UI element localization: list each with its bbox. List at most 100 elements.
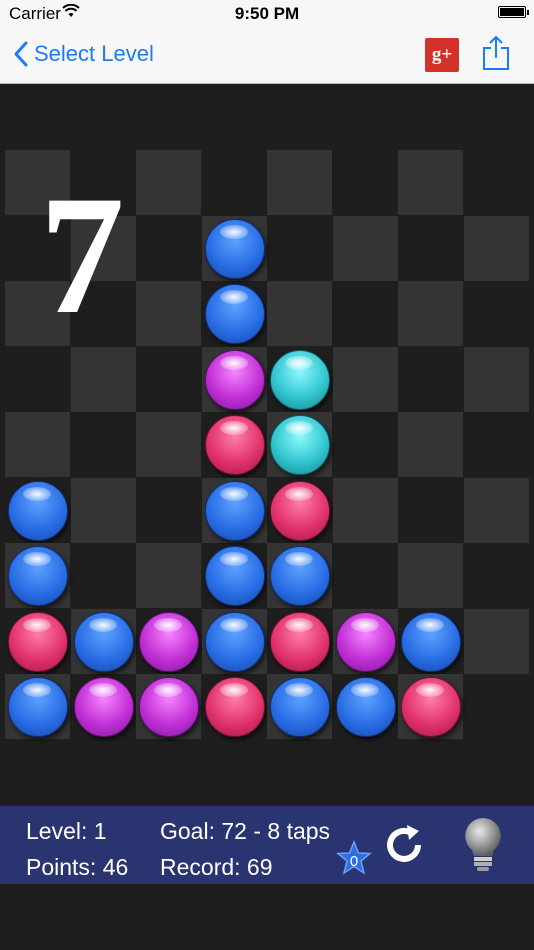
countdown-number: 7: [39, 161, 125, 349]
board-cell[interactable]: [136, 412, 201, 477]
board-cell[interactable]: [5, 347, 70, 412]
bottom-area: [0, 884, 534, 950]
board-cell[interactable]: [71, 412, 136, 477]
board-cell[interactable]: [267, 150, 332, 215]
board-cell[interactable]: [70, 346, 136, 412]
ball-highlight: [285, 486, 313, 501]
board-cell[interactable]: [464, 150, 529, 215]
blue-ball[interactable]: [8, 546, 68, 606]
board-cell[interactable]: [136, 478, 201, 543]
share-button[interactable]: [481, 35, 511, 76]
pink-ball[interactable]: [204, 677, 265, 737]
hint-button[interactable]: [462, 816, 504, 879]
chevron-left-icon: [14, 41, 28, 67]
board-cell[interactable]: [333, 281, 398, 346]
ball-highlight: [88, 683, 117, 697]
ball-highlight: [219, 683, 248, 697]
blue-ball[interactable]: [270, 677, 330, 737]
board-cell[interactable]: [398, 281, 463, 346]
board-cell[interactable]: [398, 347, 463, 412]
goal-label: Goal: 72 - 8 taps: [160, 818, 331, 844]
ball-highlight: [219, 486, 248, 501]
ball-highlight: [350, 683, 379, 697]
board-cell[interactable]: [398, 412, 463, 477]
board-cell[interactable]: [463, 215, 529, 281]
purple-ball[interactable]: [335, 611, 396, 672]
board-cell[interactable]: [136, 150, 201, 215]
board-cell[interactable]: [398, 216, 463, 281]
back-button[interactable]: Select Level: [14, 38, 154, 70]
restart-button[interactable]: [381, 822, 427, 873]
battery-tip: [527, 10, 529, 15]
pink-ball[interactable]: [204, 415, 265, 475]
board-cell[interactable]: [464, 412, 529, 477]
board-cell[interactable]: [332, 346, 398, 412]
board-cell[interactable]: [136, 543, 201, 608]
ball-highlight: [416, 683, 444, 697]
ball-highlight: [219, 421, 248, 435]
board-cell[interactable]: [267, 216, 332, 281]
board-cell[interactable]: [136, 347, 201, 412]
blue-ball[interactable]: [204, 546, 265, 606]
ball-highlight: [23, 486, 51, 501]
ball-highlight: [285, 421, 313, 435]
board-cell[interactable]: [398, 150, 463, 215]
board-cell[interactable]: [267, 281, 332, 346]
ball-highlight: [23, 617, 51, 632]
cyan-ball[interactable]: [270, 415, 330, 475]
ball-highlight: [285, 617, 313, 632]
board-cell[interactable]: [464, 543, 529, 608]
purple-ball[interactable]: [139, 677, 199, 737]
blue-ball[interactable]: [73, 611, 134, 672]
board-cell[interactable]: [463, 477, 529, 543]
board-cell[interactable]: [136, 216, 201, 281]
board-cell[interactable]: [332, 477, 398, 543]
blue-ball[interactable]: [401, 611, 461, 672]
blue-ball[interactable]: [204, 611, 265, 672]
blue-ball[interactable]: [270, 546, 330, 606]
board-cell[interactable]: [332, 215, 398, 281]
blue-ball[interactable]: [204, 218, 265, 279]
pink-ball[interactable]: [270, 611, 330, 672]
board-cell[interactable]: [463, 608, 529, 674]
pink-ball[interactable]: [8, 611, 68, 672]
board-cell[interactable]: [333, 412, 398, 477]
ball-highlight: [154, 617, 182, 632]
board-cell[interactable]: [71, 543, 136, 608]
pink-ball[interactable]: [401, 677, 461, 737]
board-cell[interactable]: [464, 674, 529, 739]
board-cell[interactable]: [202, 150, 267, 215]
cyan-ball[interactable]: [270, 349, 330, 410]
ball-highlight: [219, 552, 248, 566]
blue-ball[interactable]: [204, 480, 265, 541]
clock: 9:50 PM: [234, 4, 300, 23]
ball-highlight: [285, 355, 313, 370]
blue-ball[interactable]: [335, 677, 396, 737]
level-label: Level: 1: [26, 818, 107, 844]
battery-icon: [498, 6, 526, 18]
board-cell[interactable]: [136, 281, 201, 346]
pink-ball[interactable]: [270, 480, 330, 541]
board-cell[interactable]: [398, 478, 463, 543]
ball-highlight: [285, 683, 313, 697]
score-panel: Level: 1 Goal: 72 - 8 taps Points: 46 Re…: [0, 806, 534, 884]
purple-ball[interactable]: [139, 611, 199, 672]
ball-highlight: [88, 617, 117, 632]
purple-ball[interactable]: [204, 349, 265, 410]
blue-ball[interactable]: [8, 480, 68, 541]
board-cell[interactable]: [5, 412, 70, 477]
board-cell[interactable]: [70, 477, 136, 543]
board-cell[interactable]: [463, 346, 529, 412]
back-button-label: Select Level: [34, 41, 154, 66]
purple-ball[interactable]: [73, 677, 134, 737]
ball-highlight: [154, 683, 182, 697]
record-label: Record: 69: [160, 854, 273, 880]
board-cell[interactable]: [464, 281, 529, 346]
board-cell[interactable]: [333, 150, 398, 215]
board-cell[interactable]: [398, 543, 463, 608]
google-plus-button[interactable]: g+: [425, 38, 459, 72]
board-cell[interactable]: [333, 543, 398, 608]
blue-ball[interactable]: [8, 677, 68, 737]
blue-ball[interactable]: [204, 284, 265, 344]
ball-highlight: [350, 617, 379, 632]
